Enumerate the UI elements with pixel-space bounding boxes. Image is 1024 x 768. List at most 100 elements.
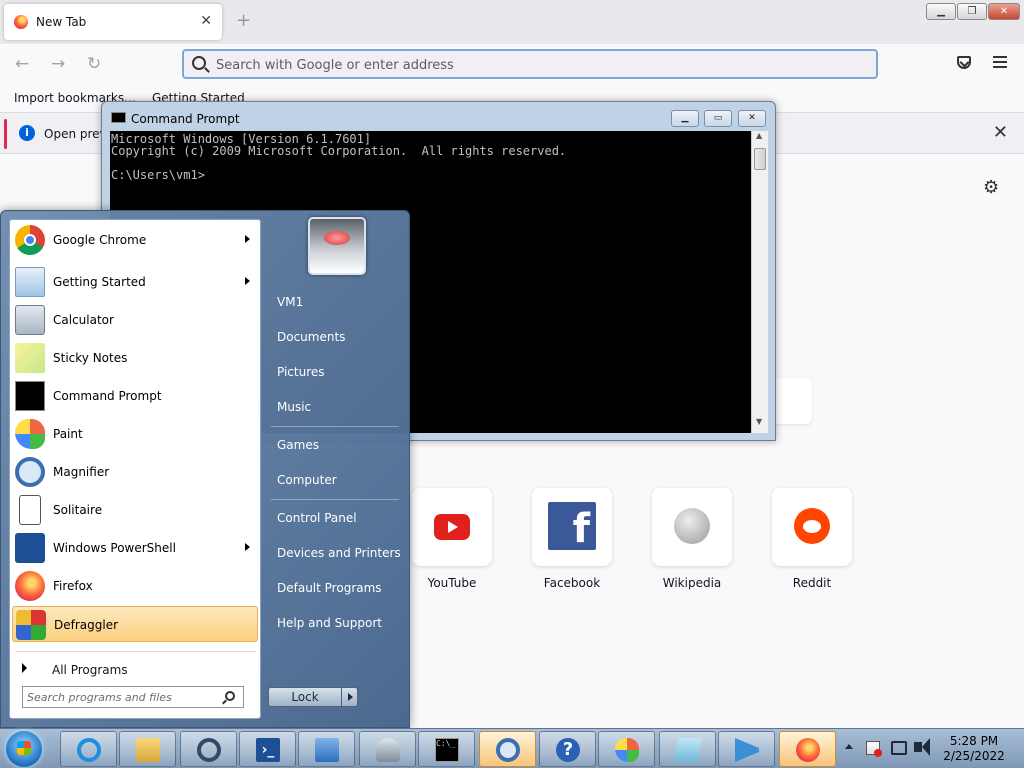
cmd-minimize-button[interactable]: ▁ xyxy=(671,110,699,127)
scroll-thumb[interactable] xyxy=(754,148,766,170)
start-item-help-support[interactable]: Help and Support xyxy=(265,608,403,638)
taskbar-notes[interactable] xyxy=(659,731,716,767)
lock-button[interactable]: Lock xyxy=(268,687,342,707)
all-programs-button[interactable]: All Programs xyxy=(12,657,258,681)
start-search-box[interactable] xyxy=(22,686,244,708)
start-item-label: Documents xyxy=(277,330,346,344)
reload-icon[interactable]: ↻ xyxy=(87,54,101,74)
system-clock[interactable]: 5:28 PM 2/25/2022 xyxy=(936,734,1012,764)
search-icon[interactable] xyxy=(225,691,235,701)
browser-close-button[interactable]: ✕ xyxy=(988,3,1020,20)
program-windows-powershell[interactable]: Windows PowerShell xyxy=(12,530,258,566)
infobar-accent xyxy=(4,119,7,149)
start-menu: Google Chrome Getting Started Calculator… xyxy=(0,210,410,728)
taskbar-magnifier[interactable] xyxy=(479,731,536,767)
taskbar-firefox[interactable] xyxy=(779,731,836,767)
taskbar-messenger[interactable] xyxy=(718,731,775,767)
volume-icon[interactable] xyxy=(914,738,930,756)
start-item-user[interactable]: VM1 xyxy=(265,287,403,317)
shutdown-options-button[interactable] xyxy=(341,687,358,707)
all-programs-arrow-icon xyxy=(22,663,27,673)
start-item-control-panel[interactable]: Control Panel xyxy=(265,503,403,533)
start-item-computer[interactable]: Computer xyxy=(265,465,403,495)
program-calculator[interactable]: Calculator xyxy=(12,302,258,338)
firefox-favicon-icon xyxy=(14,15,28,29)
program-getting-started[interactable]: Getting Started xyxy=(12,264,258,300)
start-item-label: Pictures xyxy=(277,365,325,379)
powershell-icon xyxy=(15,533,45,563)
shortcut-reddit[interactable]: Reddit xyxy=(772,488,852,590)
start-item-pictures[interactable]: Pictures xyxy=(265,357,403,387)
tab-title: New Tab xyxy=(36,15,87,29)
program-firefox[interactable]: Firefox xyxy=(12,568,258,604)
new-tab-button[interactable]: + xyxy=(236,10,251,31)
notepad-icon xyxy=(673,738,703,762)
pocket-icon[interactable] xyxy=(957,56,971,69)
program-paint[interactable]: Paint xyxy=(12,416,258,452)
start-item-documents[interactable]: Documents xyxy=(265,322,403,352)
program-google-chrome[interactable]: Google Chrome xyxy=(12,222,258,258)
shortcut-tile xyxy=(652,488,732,566)
start-button[interactable] xyxy=(6,731,42,767)
hamburger-menu-icon[interactable] xyxy=(993,56,1007,68)
shortcut-wikipedia[interactable]: Wikipedia xyxy=(652,488,732,590)
start-item-label: Music xyxy=(277,400,312,414)
start-item-default-programs[interactable]: Default Programs xyxy=(265,573,403,603)
cmd-scrollbar[interactable]: ▲ ▼ xyxy=(751,131,768,433)
program-magnifier[interactable]: Magnifier xyxy=(12,454,258,490)
facebook-icon: f xyxy=(548,502,596,552)
shortcut-tile: f xyxy=(532,488,612,566)
start-item-music[interactable]: Music xyxy=(265,392,403,422)
taskbar-explorer[interactable] xyxy=(119,731,176,767)
url-input[interactable] xyxy=(216,55,856,75)
defraggler-icon xyxy=(16,610,46,640)
program-defraggler[interactable]: Defraggler xyxy=(12,606,258,642)
cmd-title-bar[interactable]: Command Prompt ▁ ▭ ✕ xyxy=(102,102,775,130)
submenu-arrow-icon xyxy=(245,543,250,551)
program-solitaire[interactable]: Solitaire xyxy=(12,492,258,528)
cmd-close-button[interactable]: ✕ xyxy=(738,110,766,127)
start-item-label: Default Programs xyxy=(277,581,382,595)
back-icon[interactable]: ← xyxy=(15,54,29,74)
network-icon[interactable] xyxy=(891,741,907,755)
tab-new-tab[interactable]: New Tab ✕ xyxy=(4,4,222,40)
shortcut-facebook[interactable]: f Facebook xyxy=(532,488,612,590)
taskbar-disk-tool[interactable] xyxy=(359,731,416,767)
infobar-close-icon[interactable]: ✕ xyxy=(993,122,1008,143)
program-label: Calculator xyxy=(53,313,114,327)
scroll-up-icon[interactable]: ▲ xyxy=(756,131,762,140)
url-bar[interactable] xyxy=(182,49,878,79)
taskbar-command-prompt[interactable]: C:\_ xyxy=(418,731,475,767)
start-item-games[interactable]: Games xyxy=(265,430,403,460)
start-item-label: Computer xyxy=(277,473,337,487)
ring-app-icon xyxy=(197,738,221,762)
taskbar: ›_ C:\_ ? 5:28 PM 2/25/2022 xyxy=(0,728,1024,768)
avatar[interactable] xyxy=(308,217,366,275)
search-icon xyxy=(192,56,206,70)
calculator-icon xyxy=(15,305,45,335)
tab-close-icon[interactable]: ✕ xyxy=(200,13,212,29)
shortcut-tile xyxy=(412,488,492,566)
shortcut-label: Reddit xyxy=(792,576,832,590)
taskbar-app-ring[interactable] xyxy=(180,731,237,767)
program-sticky-notes[interactable]: Sticky Notes xyxy=(12,340,258,376)
program-command-prompt[interactable]: Command Prompt xyxy=(12,378,258,414)
browser-minimize-button[interactable]: ▁ xyxy=(926,3,956,20)
taskbar-powershell[interactable]: ›_ xyxy=(239,731,296,767)
gear-icon[interactable]: ⚙ xyxy=(983,177,999,198)
taskbar-internet-explorer[interactable] xyxy=(60,731,117,767)
browser-maximize-button[interactable]: ❐ xyxy=(957,3,987,20)
start-item-devices-printers[interactable]: Devices and Printers xyxy=(265,538,403,568)
show-hidden-icons-icon[interactable] xyxy=(845,744,853,749)
taskbar-help[interactable]: ? xyxy=(539,731,596,767)
taskbar-control-panel[interactable] xyxy=(298,731,355,767)
taskbar-paint[interactable] xyxy=(598,731,655,767)
action-center-flag-icon[interactable] xyxy=(866,741,882,757)
program-label: Firefox xyxy=(53,579,93,593)
cmd-maximize-button[interactable]: ▭ xyxy=(704,110,732,127)
program-label: Getting Started xyxy=(53,275,146,289)
shortcut-youtube[interactable]: YouTube xyxy=(412,488,492,590)
forward-icon[interactable]: → xyxy=(51,54,65,74)
start-search-input[interactable] xyxy=(27,689,217,705)
scroll-down-icon[interactable]: ▼ xyxy=(756,417,762,426)
